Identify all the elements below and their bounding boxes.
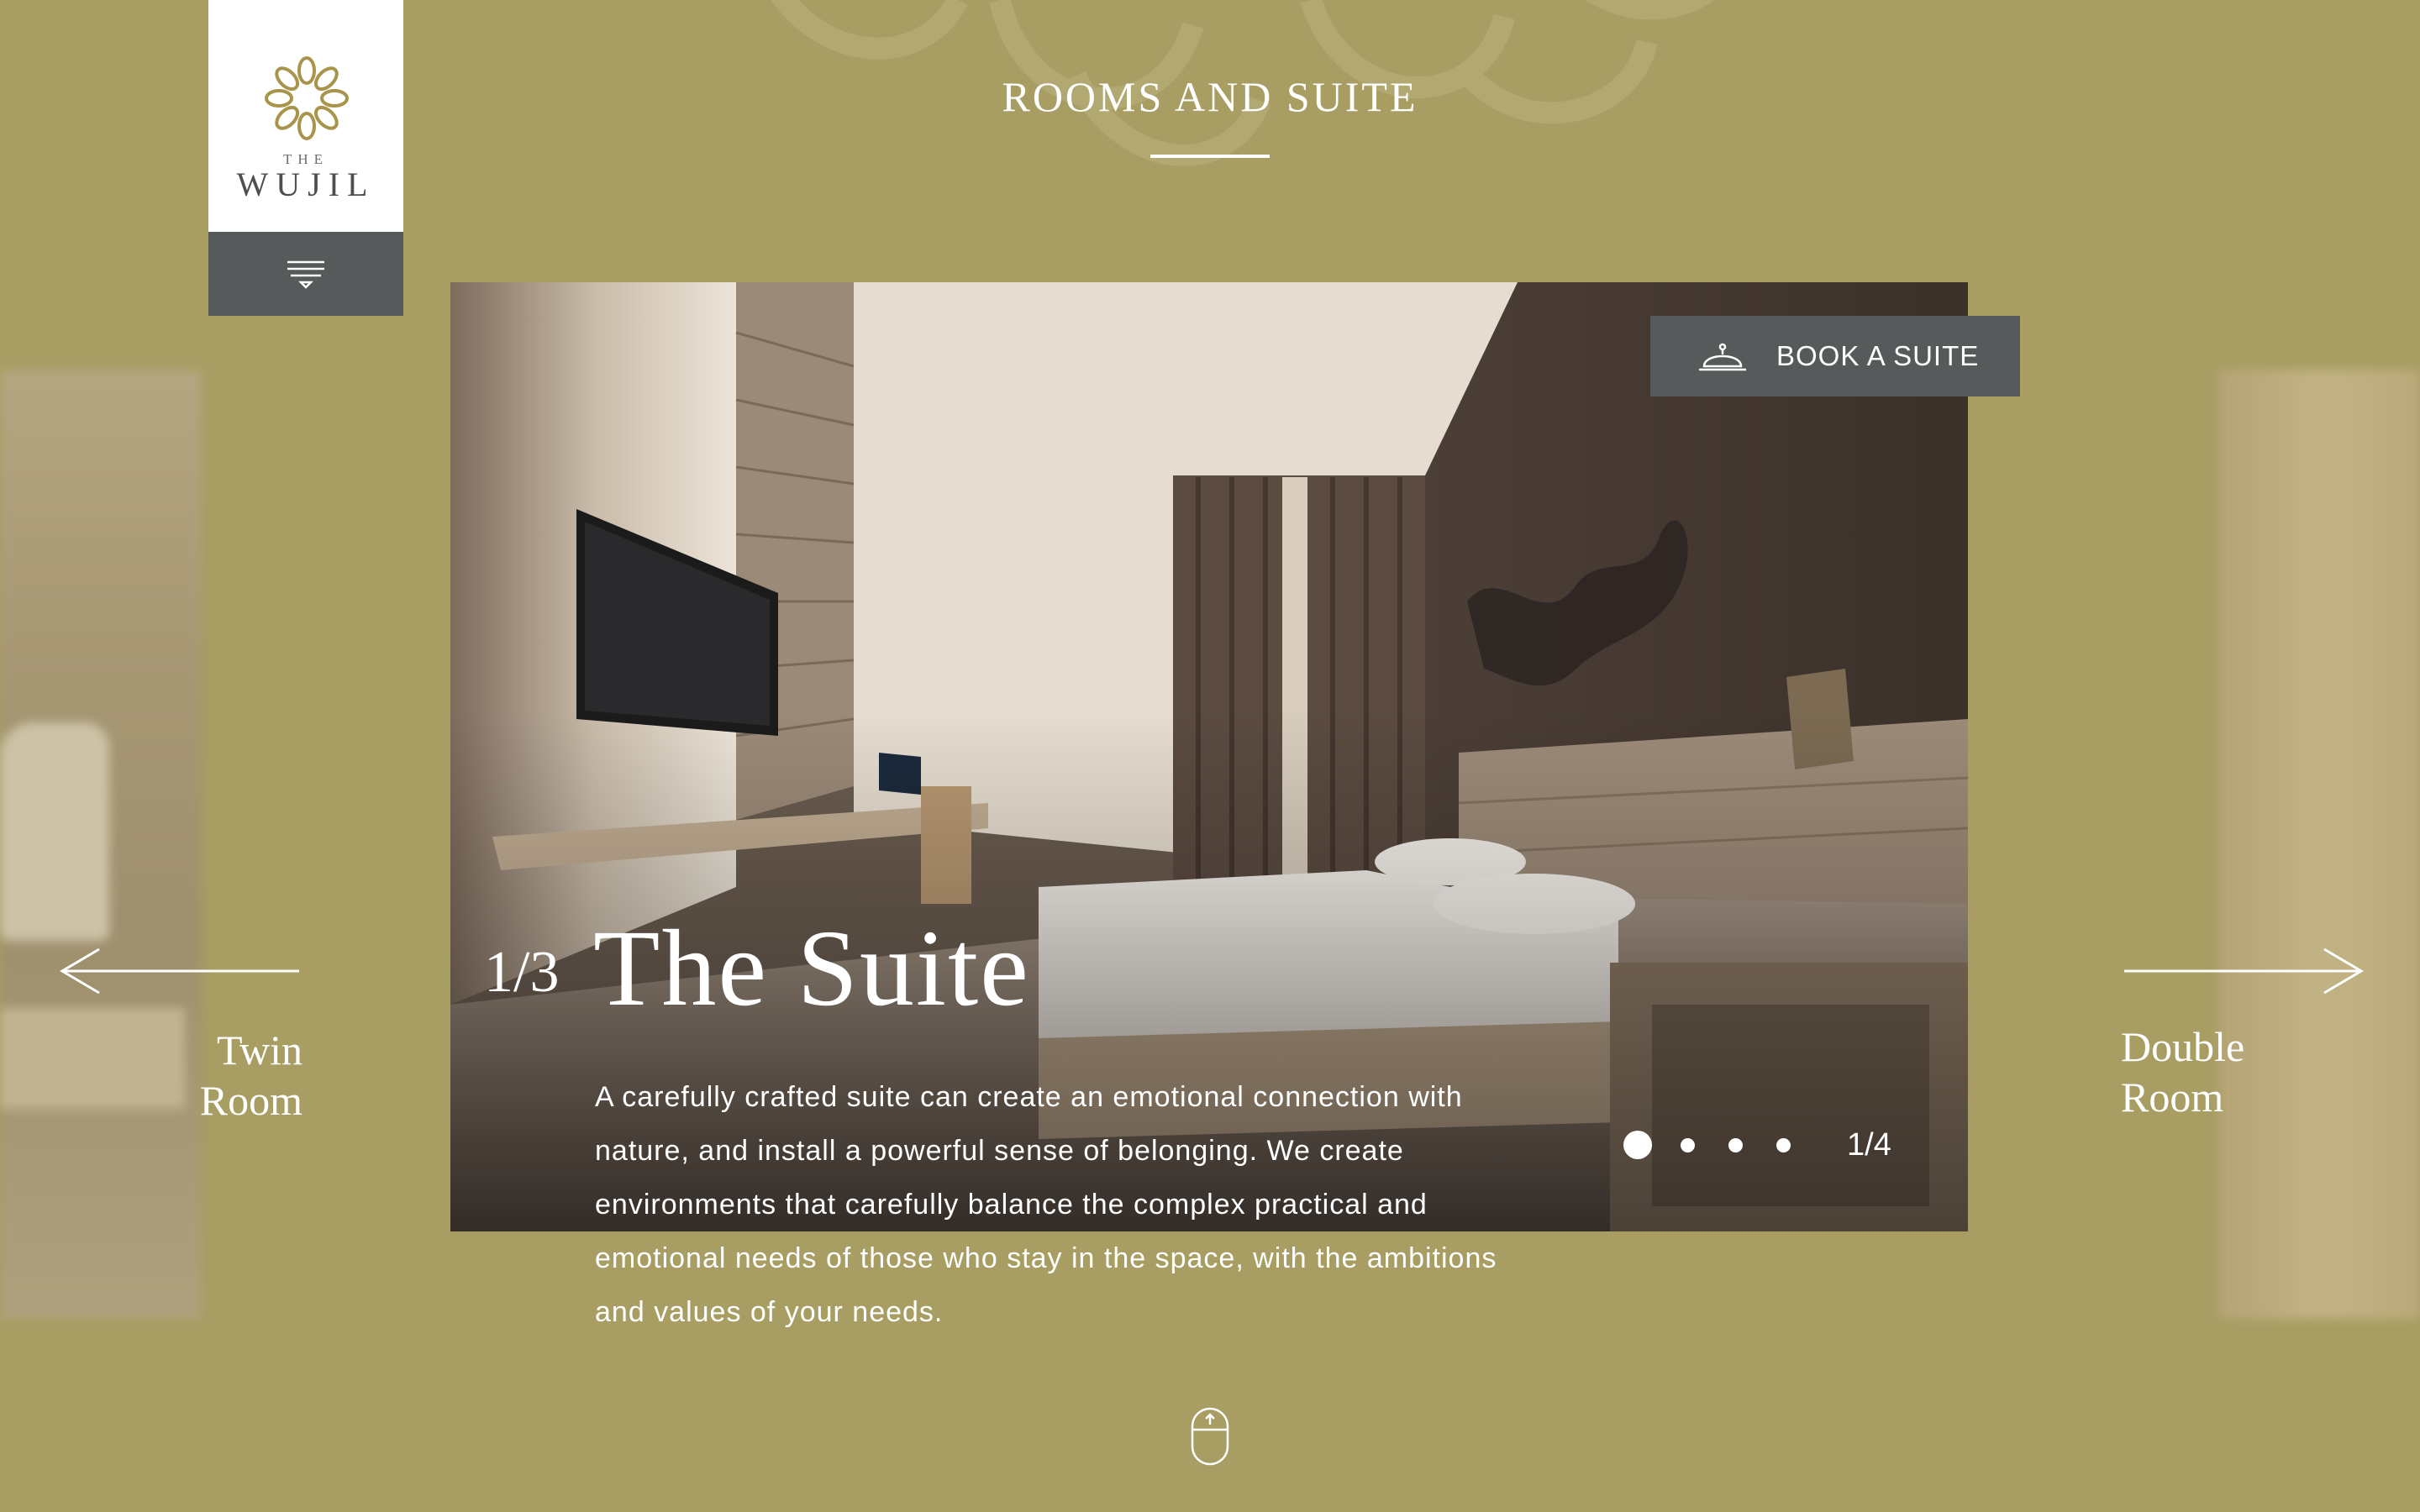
arrow-left-icon[interactable] [59, 946, 302, 996]
menu-button[interactable] [208, 232, 403, 316]
service-bell-icon [1699, 343, 1746, 371]
slide-dot-2[interactable] [1681, 1137, 1695, 1152]
prev-room-link[interactable]: Twin Room [185, 1025, 302, 1126]
prev-room-preview [0, 370, 202, 1319]
book-a-suite-button[interactable]: BOOK A SUITE [1650, 316, 2020, 396]
section-title: ROOMS AND SUITE [1002, 73, 1418, 120]
slide-dot-3[interactable] [1728, 1137, 1743, 1152]
prev-room-label-line1: Twin [216, 1026, 302, 1074]
page: THE WUJIL ROOMS AND SUITE BOOK A SUITE 1… [0, 0, 2420, 1512]
room-description: A carefully crafted suite can create an … [595, 1081, 1497, 1328]
next-room-label-line1: Double [2121, 1023, 2245, 1070]
next-room-label-line2: Room [2121, 1074, 2224, 1121]
slide-dot-1[interactable] [1623, 1131, 1652, 1159]
slide-dots [1623, 1131, 1824, 1159]
preview-shirt [0, 722, 109, 941]
slide-counter: 1/4 [1847, 1127, 1891, 1163]
room-index: 1/3 [484, 940, 560, 1005]
prev-room-label-line2: Room [199, 1077, 302, 1124]
arrow-right-icon[interactable] [2121, 946, 2365, 996]
next-room-preview [2218, 370, 2420, 1319]
preview-shelf [0, 1008, 185, 1109]
logo-name: WUJIL [236, 165, 376, 203]
room-title: The Suite [593, 908, 1030, 1029]
slide-dot-4[interactable] [1776, 1137, 1791, 1152]
next-room-link[interactable]: Double Room [2121, 1021, 2289, 1122]
menu-icon [287, 260, 324, 289]
title-underline [1150, 155, 1270, 158]
mouse-scroll-icon[interactable] [1190, 1406, 1230, 1467]
book-button-label: BOOK A SUITE [1776, 340, 1980, 371]
